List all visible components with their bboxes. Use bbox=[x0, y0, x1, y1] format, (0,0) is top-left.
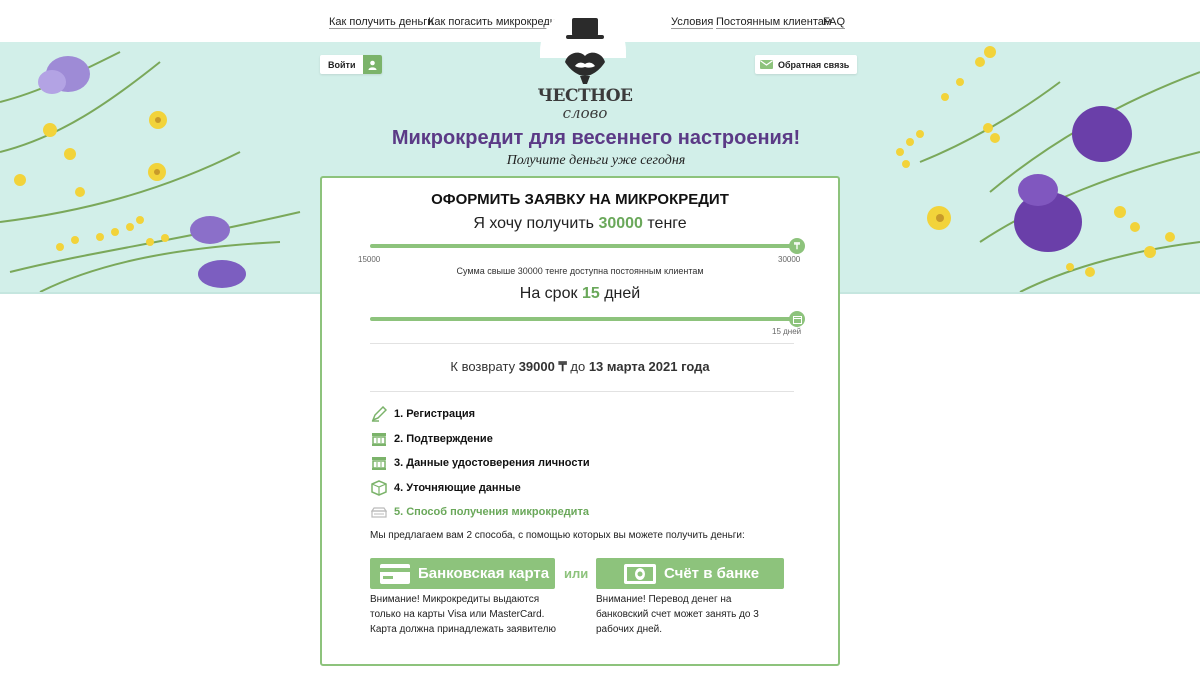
term-suffix: дней bbox=[604, 285, 641, 302]
step-confirmation: 2. Подтверждение bbox=[370, 427, 590, 452]
warning-line: рабочих дней. bbox=[596, 624, 663, 635]
cash-icon bbox=[370, 503, 388, 521]
user-icon bbox=[363, 55, 383, 74]
amount-prefix: Я хочу получить bbox=[473, 215, 594, 232]
amount-value: 30000 bbox=[598, 215, 643, 232]
step-method: 5. Способ получения микрокредита bbox=[370, 500, 590, 525]
return-mid: до bbox=[570, 359, 586, 374]
warning-line: Внимание! Микрокредиты выдаются bbox=[370, 594, 540, 605]
amount-slider-handle[interactable]: ₸ bbox=[789, 238, 805, 254]
step-label: 3. Данные удостоверения личности bbox=[394, 457, 590, 470]
credit-card-icon bbox=[380, 563, 410, 584]
application-form-card: ОФОРМИТЬ ЗАЯВКУ НА МИКРОКРЕДИТ Я хочу по… bbox=[320, 176, 840, 666]
login-button[interactable]: Войти bbox=[320, 55, 383, 74]
step-details: 4. Уточняющие данные bbox=[370, 476, 590, 501]
warning-line: Карта должна принадлежать заявителю bbox=[370, 624, 556, 635]
page-headline: Микрокредит для весеннего настроения! bbox=[391, 127, 801, 149]
building-icon bbox=[370, 454, 388, 472]
nav-link-faq[interactable]: FAQ bbox=[823, 16, 846, 29]
nav-link-regular-clients[interactable]: Постоянным клиентам bbox=[716, 16, 832, 29]
amount-note: Сумма свыше 30000 тенге доступна постоян… bbox=[456, 266, 704, 276]
divider-top bbox=[370, 343, 794, 344]
page-subline: Получите деньги уже сегодня bbox=[506, 153, 686, 168]
amount-min-tick: 15000 bbox=[358, 255, 381, 264]
term-value: 15 bbox=[581, 285, 600, 302]
warning-line: банковский счет может занять до 3 bbox=[596, 609, 759, 620]
banknote-icon bbox=[624, 563, 656, 584]
box-icon bbox=[370, 479, 388, 497]
bank-card-button[interactable]: Банковская карта bbox=[370, 558, 555, 589]
nav-link-how-to-get[interactable]: Как получить деньги bbox=[329, 16, 434, 29]
amount-suffix: тенге bbox=[647, 215, 687, 232]
term-slider-track[interactable] bbox=[370, 317, 798, 321]
warning-line: только на карты Visa или MasterCard. bbox=[370, 609, 545, 620]
step-label: 1. Регистрация bbox=[394, 408, 476, 421]
envelope-icon bbox=[760, 56, 773, 74]
bank-card-label: Банковская карта bbox=[418, 565, 550, 582]
bank-account-label: Счёт в банке bbox=[664, 565, 760, 582]
building-icon bbox=[370, 430, 388, 448]
term-tick: 15 дней bbox=[772, 327, 802, 336]
feedback-label: Обратная связь bbox=[778, 59, 850, 70]
or-separator: или bbox=[564, 566, 589, 581]
logo-text-main: ЧЕСТНОЕ bbox=[537, 86, 634, 106]
form-title: ОФОРМИТЬ ЗАЯВКУ НА МИКРОКРЕДИТ bbox=[431, 191, 729, 208]
return-prefix: К возврату bbox=[450, 359, 516, 374]
bank-account-warning: Внимание! Перевод денег на банковский сч… bbox=[596, 592, 759, 637]
return-summary: К возврату 39000 ₸ до 13 марта 2021 года bbox=[322, 359, 838, 375]
steps-list: 1. Регистрация 2. Подтверждение 3. Данны… bbox=[370, 402, 590, 525]
pen-icon bbox=[370, 405, 388, 423]
offer-text: Мы предлагаем вам 2 способа, с помощью к… bbox=[370, 530, 745, 541]
amount-max-tick: 30000 bbox=[778, 255, 801, 264]
step-label: 4. Уточняющие данные bbox=[394, 481, 521, 494]
term-prefix: На срок bbox=[519, 285, 578, 302]
bank-card-warning: Внимание! Микрокредиты выдаются только н… bbox=[370, 592, 556, 637]
warning-line: Внимание! Перевод денег на bbox=[596, 594, 732, 605]
term-line: На срок 15 дней bbox=[322, 285, 838, 303]
calendar-icon bbox=[792, 315, 802, 324]
return-date: 13 марта 2021 года bbox=[588, 359, 710, 374]
bank-account-button[interactable]: Счёт в банке bbox=[596, 558, 784, 589]
divider-bottom bbox=[370, 391, 794, 392]
logo-text-sub: слово bbox=[562, 104, 608, 122]
return-amount: 39000 ₸ bbox=[518, 359, 567, 374]
tenge-icon: ₸ bbox=[794, 240, 800, 251]
amount-slider-track[interactable] bbox=[370, 244, 798, 248]
step-registration: 1. Регистрация bbox=[370, 402, 590, 427]
feedback-button[interactable]: Обратная связь bbox=[755, 55, 858, 74]
login-label: Войти bbox=[328, 59, 356, 70]
step-id-data: 3. Данные удостоверения личности bbox=[370, 451, 590, 476]
step-label: 5. Способ получения микрокредита bbox=[394, 506, 589, 519]
amount-line: Я хочу получить 30000 тенге bbox=[322, 215, 838, 233]
step-label: 2. Подтверждение bbox=[394, 432, 493, 445]
nav-link-conditions[interactable]: Условия bbox=[671, 16, 714, 29]
term-slider-handle[interactable] bbox=[789, 311, 805, 327]
